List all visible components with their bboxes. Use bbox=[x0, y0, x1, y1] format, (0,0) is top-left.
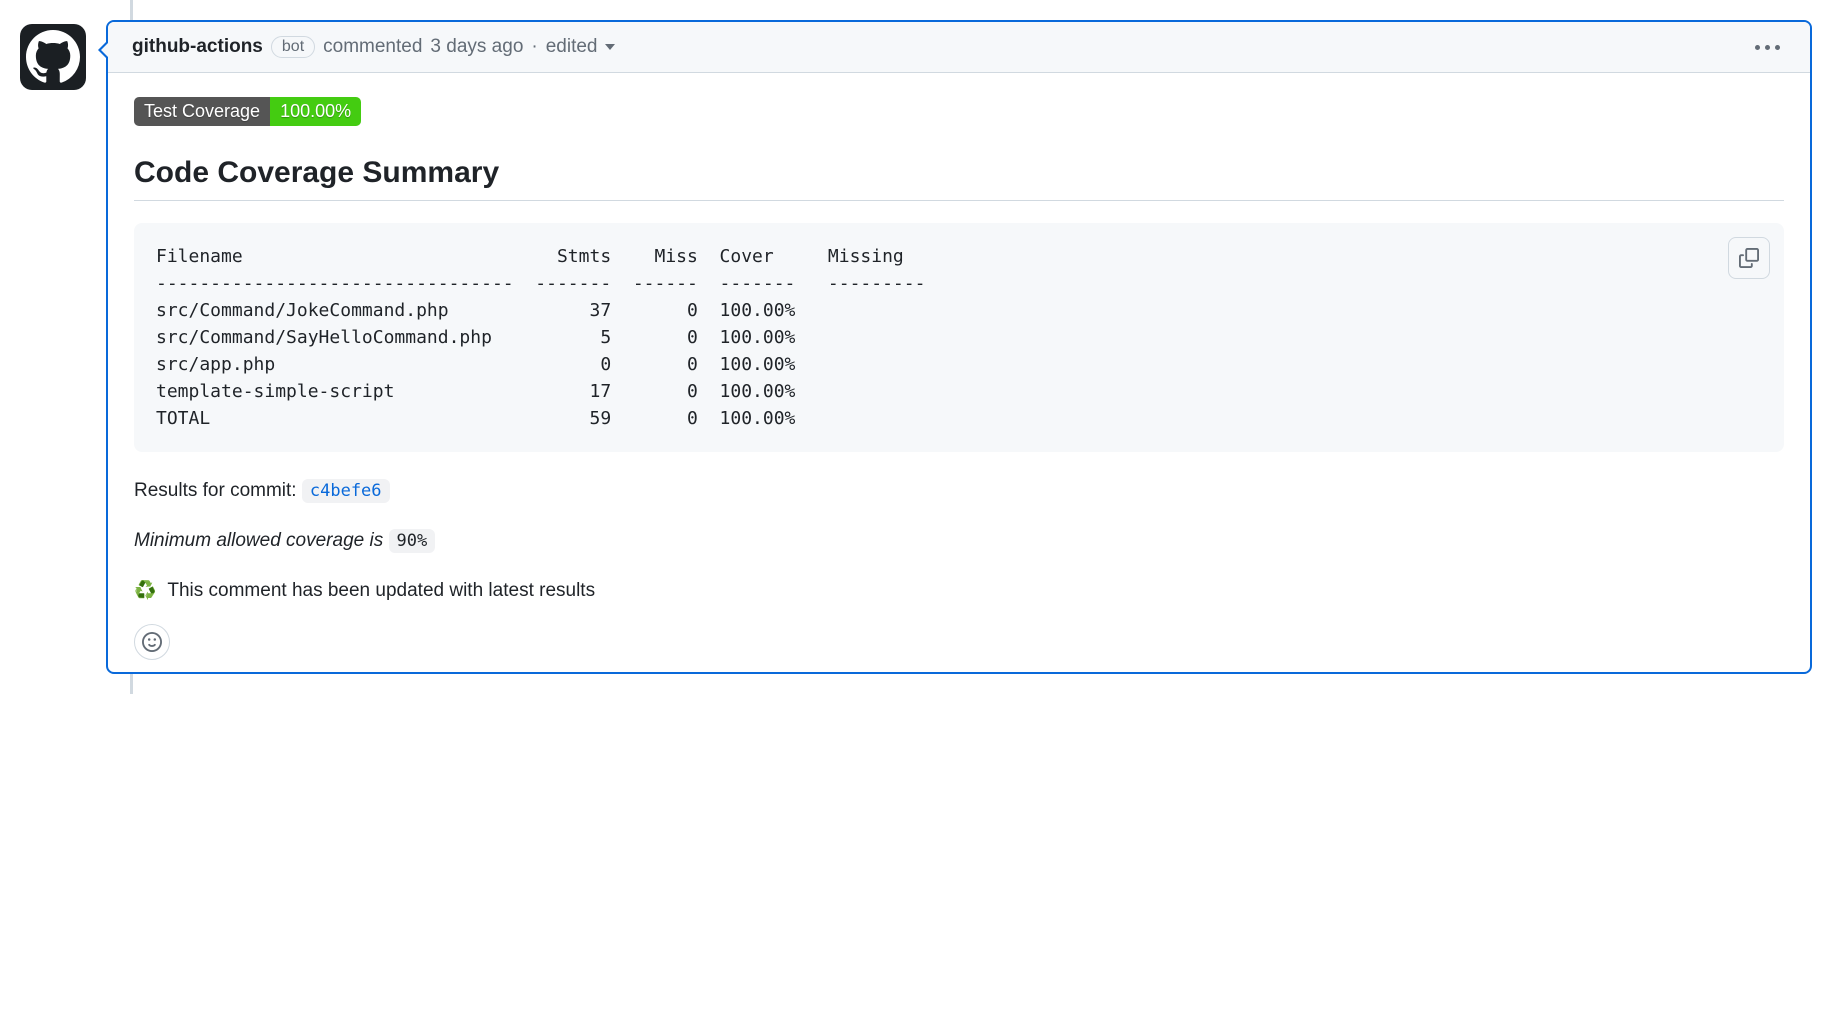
header-meta: github-actions bot commented 3 days ago … bbox=[132, 36, 615, 58]
commented-label: commented bbox=[323, 36, 422, 58]
results-line: Results for commit: c4befe6 bbox=[134, 480, 1784, 502]
summary-title: Code Coverage Summary bbox=[134, 156, 1784, 201]
separator: · bbox=[531, 36, 537, 58]
recycle-icon: ♻️ bbox=[134, 580, 156, 600]
author-name[interactable]: github-actions bbox=[132, 36, 263, 58]
badge-label: Test Coverage bbox=[134, 97, 270, 126]
coverage-code-block: Filename Stmts Miss Cover Missing ------… bbox=[134, 223, 1784, 452]
min-coverage-value: 90% bbox=[389, 529, 436, 553]
copy-button[interactable] bbox=[1728, 237, 1770, 279]
badge-value: 100.00% bbox=[270, 97, 361, 126]
edited-label[interactable]: edited bbox=[546, 36, 615, 58]
comment-header: github-actions bot commented 3 days ago … bbox=[108, 22, 1810, 73]
chevron-down-icon bbox=[605, 44, 615, 50]
copy-icon bbox=[1739, 248, 1759, 268]
badge-row: Test Coverage 100.00% bbox=[134, 97, 1784, 126]
kebab-menu-button[interactable] bbox=[1749, 39, 1786, 56]
comment-body: Test Coverage 100.00% Code Coverage Summ… bbox=[108, 73, 1810, 672]
update-note: ♻️ This comment has been updated with la… bbox=[134, 580, 1784, 602]
commit-hash[interactable]: c4befe6 bbox=[302, 479, 390, 503]
add-reaction-button[interactable] bbox=[134, 624, 170, 660]
coverage-badge: Test Coverage 100.00% bbox=[134, 97, 361, 126]
results-prefix: Results for commit: bbox=[134, 480, 302, 501]
bot-badge: bot bbox=[271, 36, 315, 58]
smiley-icon bbox=[142, 632, 162, 652]
avatar[interactable] bbox=[20, 24, 86, 90]
min-coverage-prefix: Minimum allowed coverage is bbox=[134, 530, 389, 551]
timestamp[interactable]: 3 days ago bbox=[430, 36, 523, 58]
github-icon bbox=[26, 30, 80, 84]
comment-box: github-actions bot commented 3 days ago … bbox=[106, 20, 1812, 674]
min-coverage-line: Minimum allowed coverage is 90% bbox=[134, 530, 1784, 552]
update-text: This comment has been updated with lates… bbox=[167, 580, 595, 601]
